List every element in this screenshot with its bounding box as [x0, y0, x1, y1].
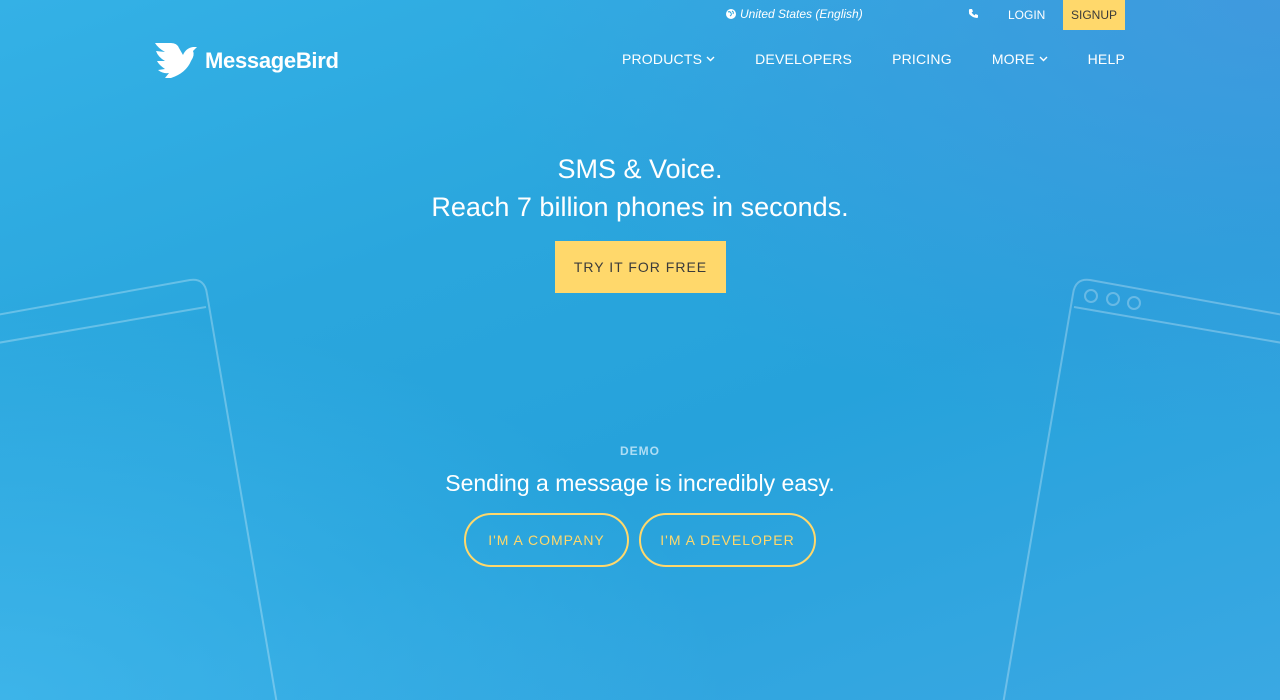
bird-logo-icon — [155, 43, 197, 78]
nav-item-label: DEVELOPERS — [755, 51, 853, 67]
nav-item-label: HELP — [1087, 51, 1125, 67]
nav-item-more[interactable]: MORE — [992, 51, 1048, 67]
try-it-free-button[interactable]: TRY IT FOR FREE — [555, 241, 726, 293]
hero-section: SMS & Voice. Reach 7 billion phones in s… — [0, 150, 1280, 226]
right-device-screen-line — [1073, 306, 1280, 344]
login-link[interactable]: LOGIN — [1008, 8, 1045, 22]
logo-text: MessageBird — [205, 47, 339, 73]
main-nav: PRODUCTS DEVELOPERS PRICING MORE HELP — [622, 51, 1125, 67]
chevron-down-icon — [1039, 56, 1048, 62]
signup-button[interactable]: SIGNUP — [1063, 0, 1125, 30]
background-gradient — [0, 0, 1280, 700]
nav-item-label: MORE — [991, 51, 1035, 67]
left-device-screen-line — [0, 306, 207, 344]
phone-icon[interactable] — [968, 8, 979, 19]
hero-title-line1: SMS & Voice. — [557, 154, 723, 184]
nav-item-pricing[interactable]: PRICING — [892, 51, 952, 67]
locale-label: United States (English) — [740, 7, 863, 21]
right-device-dot-3 — [1127, 296, 1141, 310]
nav-item-label: PRODUCTS — [621, 51, 703, 67]
messagebird-logo[interactable]: MessageBird — [155, 43, 339, 78]
hero-title-line2: Reach 7 billion phones in seconds. — [431, 192, 849, 222]
demo-label: DEMO — [620, 444, 660, 458]
developer-button[interactable]: I'M A DEVELOPER — [639, 513, 816, 567]
nav-item-developers[interactable]: DEVELOPERS — [755, 51, 852, 67]
device-outlines — [0, 278, 1280, 700]
globe-icon — [726, 9, 736, 19]
company-button[interactable]: I'M A COMPANY — [464, 513, 629, 567]
nav-item-products[interactable]: PRODUCTS — [622, 51, 715, 67]
locale-selector[interactable]: United States (English) — [726, 7, 863, 21]
top-utility-bar: United States (English) LOGIN SIGNUP — [0, 0, 1280, 30]
demo-title: Sending a message is incredibly easy. — [445, 470, 835, 496]
chevron-down-icon — [706, 56, 715, 62]
nav-item-label: PRICING — [892, 51, 952, 67]
right-device-dot-2 — [1106, 292, 1120, 306]
nav-item-help[interactable]: HELP — [1088, 51, 1125, 67]
right-device-dot-1 — [1084, 289, 1098, 303]
